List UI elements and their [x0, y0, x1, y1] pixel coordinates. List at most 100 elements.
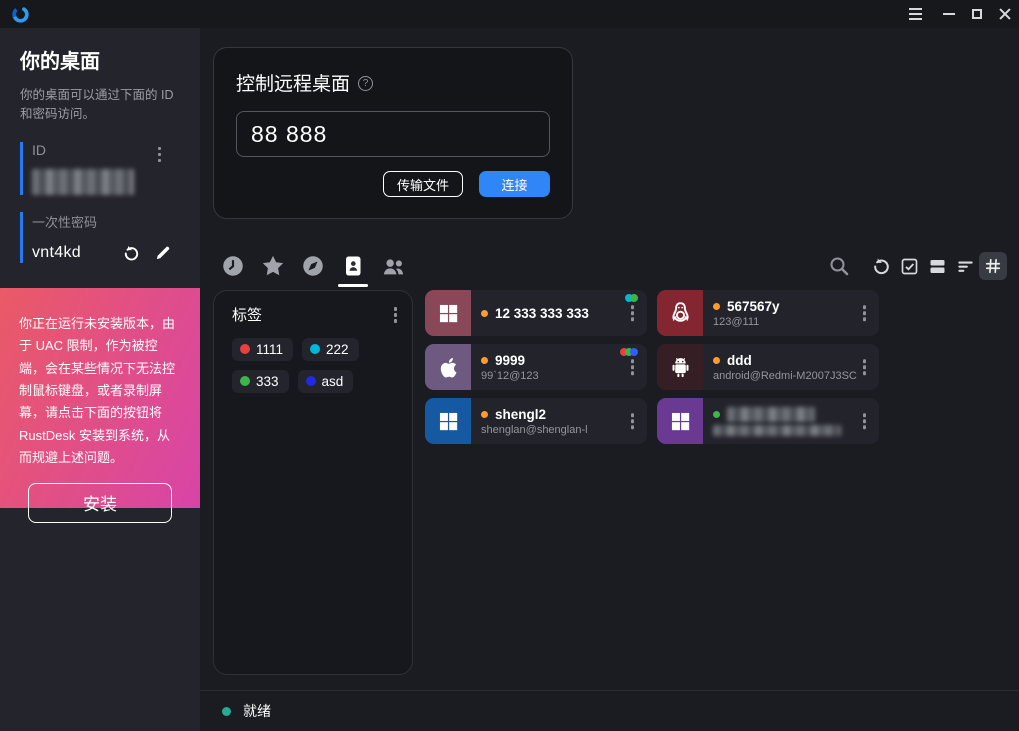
refresh-password-icon[interactable] [122, 244, 141, 263]
tag-color-dot [240, 376, 250, 386]
id-section: ID [20, 142, 180, 195]
peer-card[interactable]: shengl2 shenglan@shenglan-l [425, 398, 647, 444]
peer-menu-button[interactable] [628, 356, 638, 378]
peer-card[interactable]: ddd android@Redmi-M2007J3SC [657, 344, 879, 390]
peer-name: shengl2 [495, 407, 546, 422]
peer-menu-button[interactable] [860, 356, 870, 378]
windows-icon [425, 398, 471, 444]
grid-view-button[interactable] [979, 252, 1007, 280]
tag-pill[interactable]: 222 [302, 338, 359, 361]
tag-label: 333 [256, 374, 279, 389]
title-bar [0, 0, 1019, 28]
presence-dot [713, 411, 720, 418]
peer-name: 12 333 333 333 [495, 306, 589, 321]
redacted-peer-name [727, 407, 815, 422]
tags-menu-button[interactable] [391, 304, 401, 326]
peer-menu-button[interactable] [628, 410, 638, 432]
windows-icon [425, 290, 471, 336]
connect-button[interactable]: 连接 [479, 171, 550, 197]
tag-color-dot [240, 344, 250, 354]
close-button[interactable] [991, 0, 1019, 28]
peer-card[interactable] [657, 398, 879, 444]
search-button[interactable] [825, 252, 853, 280]
search-icon [827, 254, 851, 278]
install-warning-card: 你正在运行未安装版本，由于 UAC 限制，作为被控端，会在某些情况下无法控制鼠标… [0, 288, 200, 508]
peer-username: 123@111 [713, 316, 879, 328]
peer-menu-button[interactable] [628, 302, 638, 324]
id-menu-button[interactable] [155, 144, 165, 166]
refresh-peers-button[interactable] [867, 252, 895, 280]
peer-name: 9999 [495, 353, 525, 368]
tag-label: 1111 [256, 342, 283, 357]
peer-tag-dots [623, 348, 638, 356]
connect-title: 控制远程桌面 [236, 69, 350, 96]
password-section: 一次性密码 vnt4kd [20, 212, 180, 263]
android-icon [657, 344, 703, 390]
card-view-button[interactable] [923, 252, 951, 280]
tab-discovered[interactable] [299, 252, 327, 280]
tag-pill[interactable]: 333 [232, 370, 289, 393]
peer-tag-dots [628, 294, 638, 302]
peer-name: ddd [727, 353, 752, 368]
peer-menu-button[interactable] [860, 410, 870, 432]
peer-name: 567567y [727, 299, 780, 314]
edit-password-icon[interactable] [154, 244, 172, 262]
peer-grid: 12 333 333 333 567567y [425, 290, 885, 444]
peer-card[interactable]: 567567y 123@111 [657, 290, 879, 336]
sort-icon [955, 256, 976, 277]
refresh-icon [871, 256, 892, 277]
windows-icon [657, 398, 703, 444]
tab-address-book[interactable] [339, 252, 367, 280]
tag-color-dot [306, 376, 316, 386]
tag-label: 222 [326, 342, 349, 357]
presence-dot [481, 310, 488, 317]
install-warning-text: 你正在运行未安装版本，由于 UAC 限制，作为被控端，会在某些情况下无法控制鼠标… [19, 313, 181, 470]
tag-pill[interactable]: asd [298, 370, 354, 393]
checkbox-icon [899, 256, 920, 277]
minimize-button[interactable] [935, 0, 963, 28]
select-peers-button[interactable] [895, 252, 923, 280]
tag-color-dot [310, 344, 320, 354]
linux-icon [657, 290, 703, 336]
sidebar: 你的桌面 你的桌面可以通过下面的 ID 和密码访问。 ID 一次性密码 vnt4… [0, 28, 200, 731]
main-panel: 控制远程桌面 ? 88 888 传输文件 连接 [200, 28, 1019, 731]
presence-dot [713, 303, 720, 310]
connect-card: 控制远程桌面 ? 88 888 传输文件 连接 [213, 47, 573, 219]
address-book-icon [341, 254, 365, 278]
tags-header: 标签 [232, 304, 262, 325]
tab-recent-sessions[interactable] [219, 252, 247, 280]
apple-icon [425, 344, 471, 390]
redacted-peer-username [713, 425, 841, 436]
peer-card[interactable]: 12 333 333 333 [425, 290, 647, 336]
peer-menu-button[interactable] [860, 302, 870, 324]
status-dot [222, 707, 231, 716]
tab-group[interactable] [379, 252, 407, 280]
peer-card[interactable]: 9999 99`12@123 [425, 344, 647, 390]
presence-dot [481, 357, 488, 364]
remote-id-input[interactable]: 88 888 [236, 111, 550, 157]
star-icon [260, 253, 286, 279]
compass-icon [300, 253, 326, 279]
tab-favorites[interactable] [259, 252, 287, 280]
one-time-password-value: vnt4kd [32, 244, 81, 262]
help-icon[interactable]: ? [358, 76, 373, 91]
redacted-id-value [32, 169, 134, 195]
tag-pill[interactable]: 1111 [232, 338, 293, 361]
grid-view-icon [983, 256, 1003, 276]
transfer-file-button[interactable]: 传输文件 [383, 171, 463, 197]
peer-username: shenglan@shenglan-l [481, 424, 647, 436]
install-button[interactable]: 安装 [28, 483, 172, 523]
peer-username: 99`12@123 [481, 370, 647, 382]
tags-panel: 标签 1111 222 333 asd [213, 290, 413, 675]
tag-label: asd [322, 374, 344, 389]
password-label: 一次性密码 [32, 212, 180, 231]
group-icon [380, 253, 407, 280]
active-tab-underline [338, 284, 368, 287]
sidebar-title: 你的桌面 [20, 45, 180, 74]
menu-icon[interactable] [901, 0, 929, 28]
rustdesk-logo-icon [11, 5, 30, 24]
maximize-button[interactable] [963, 0, 991, 28]
peer-username: android@Redmi-M2007J3SC [713, 370, 879, 382]
clock-icon [220, 253, 246, 279]
sort-button[interactable] [951, 252, 979, 280]
